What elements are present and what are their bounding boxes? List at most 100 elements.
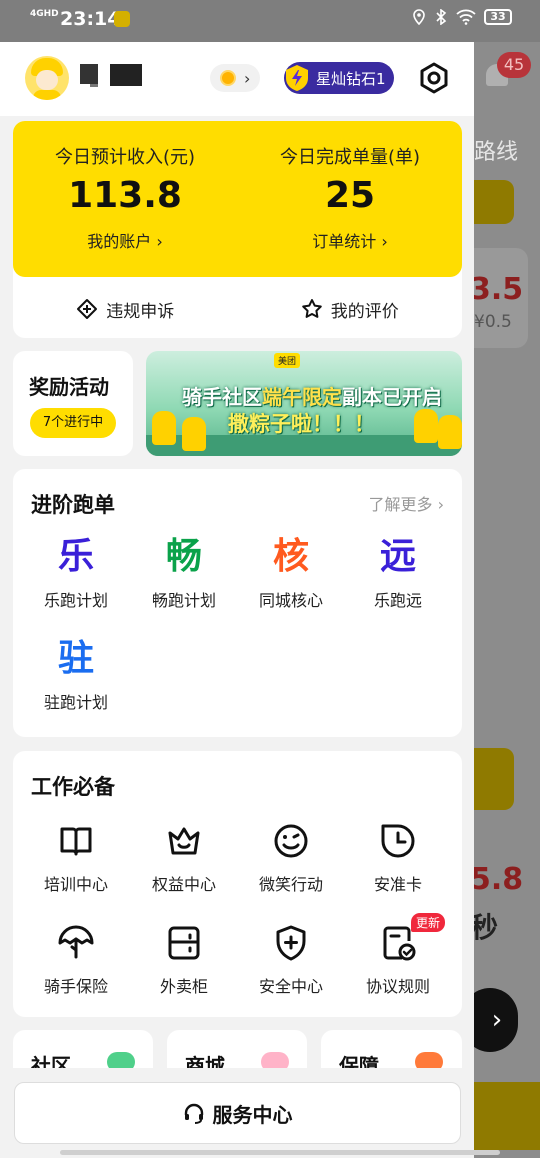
- coin-button[interactable]: ›: [210, 64, 260, 92]
- plan-le-far[interactable]: 远 乐跑远: [343, 533, 453, 611]
- promo-banner[interactable]: 美团 骑手社区端午限定副本已开启 撒粽子啦！！！: [146, 351, 462, 456]
- delivery-locker[interactable]: 外卖柜: [129, 919, 239, 997]
- appeal-label: 违规申诉: [106, 301, 175, 322]
- smile-action[interactable]: 微笑行动: [236, 817, 346, 895]
- plan-label: 乐跑计划: [43, 591, 108, 610]
- tool-label: 权益中心: [151, 875, 216, 894]
- security-center[interactable]: 安全中心: [236, 919, 346, 997]
- banner-line2: 撒粽子啦！！！: [228, 412, 375, 436]
- section-title: 进阶跑单: [31, 493, 115, 517]
- plan-label: 畅跑计划: [151, 591, 216, 610]
- banner-rider: [152, 411, 176, 445]
- battery-icon: 33: [484, 9, 512, 25]
- wifi-icon: [456, 9, 476, 25]
- plan-glyph: 核: [272, 536, 309, 577]
- order-stats-label: 订单统计: [312, 232, 377, 251]
- service-bar: 服务中心: [0, 1068, 474, 1158]
- home-indicator: [60, 1150, 500, 1155]
- tool-label: 安准卡: [373, 875, 422, 894]
- status-bar: 4GHD 23:14 33: [0, 0, 540, 42]
- plan-le-run[interactable]: 乐 乐跑计划: [21, 533, 131, 611]
- username-redacted: [110, 64, 142, 86]
- banner-line1-a: 骑手社区: [182, 385, 262, 409]
- my-account-link[interactable]: 我的账户 ›: [13, 228, 237, 252]
- background-yellow-button: [474, 180, 514, 224]
- tool-label: 外卖柜: [159, 977, 208, 996]
- location-icon: [413, 9, 425, 25]
- avatar-face: [36, 70, 58, 90]
- appeal-icon: [77, 299, 98, 319]
- tool-label: 微笑行动: [258, 875, 323, 894]
- safety-card[interactable]: 安准卡: [343, 817, 453, 895]
- background-route-label: 路线: [474, 140, 519, 165]
- rewards-card[interactable]: 奖励活动 7个进行中: [13, 351, 133, 456]
- coin-icon: [220, 70, 236, 86]
- service-center-button[interactable]: 服务中心: [14, 1082, 461, 1144]
- rewards-title: 奖励活动: [29, 375, 109, 399]
- work-essentials-section: 工作必备 培训中心 权益中心 微笑行动 安准卡 骑手保险 外卖柜 安全中心 更新…: [13, 751, 462, 1017]
- update-badge: 更新: [411, 913, 446, 932]
- income-label: 今日预计收入(元): [54, 147, 196, 168]
- username-redacted: [80, 64, 98, 84]
- bluetooth-icon: [436, 9, 447, 25]
- shield-plus-icon: [276, 925, 306, 961]
- banner-rider: [182, 417, 206, 451]
- network-indicator: 4GHD: [30, 9, 59, 19]
- plan-glyph: 远: [379, 536, 416, 577]
- background-text: 秒: [470, 911, 499, 944]
- username-redacted: [90, 84, 98, 87]
- plan-city-core[interactable]: 核 同城核心: [236, 533, 346, 611]
- stats-actions: 违规申诉 我的评价: [13, 281, 462, 337]
- app-notification-icon: [114, 11, 130, 27]
- star-icon: [301, 299, 322, 318]
- umbrella-icon: [58, 925, 94, 959]
- service-center-label: 服务中心: [212, 1102, 293, 1127]
- avatar-body: [33, 90, 61, 100]
- my-account-label: 我的账户: [87, 232, 152, 251]
- plan-label: 乐跑远: [373, 591, 422, 610]
- level-badge[interactable]: 星灿钻石1: [284, 62, 394, 94]
- benefits-center[interactable]: 权益中心: [129, 817, 239, 895]
- plan-chang-run[interactable]: 畅 畅跑计划: [129, 533, 239, 611]
- plan-glyph: 畅: [165, 536, 202, 577]
- background-amount: 5.8: [470, 862, 524, 897]
- level-label: 星灿钻石1: [316, 69, 386, 88]
- stats-summary: 今日预计收入(元) 113.8 我的账户 › 今日完成单量(单) 25 订单统计…: [13, 121, 462, 277]
- orders-stat: 今日完成单量(单) 25 订单统计 ›: [238, 143, 462, 252]
- tool-label: 培训中心: [43, 875, 108, 894]
- book-icon: [60, 827, 92, 856]
- income-stat: 今日预计收入(元) 113.8 我的账户 ›: [13, 143, 237, 252]
- lightning-shield-icon: [282, 63, 312, 93]
- plan-label: 同城核心: [258, 591, 323, 610]
- banner-line1-b: 端午限定: [262, 385, 342, 409]
- banner-line1-c: 副本已开启: [342, 385, 442, 409]
- training-center[interactable]: 培训中心: [21, 817, 131, 895]
- orders-label: 今日完成单量(单): [279, 147, 421, 168]
- settings-icon[interactable]: [418, 62, 450, 94]
- clock-card-icon: [381, 824, 415, 858]
- plan-glyph: 乐: [57, 536, 94, 577]
- smile-icon: [274, 824, 308, 858]
- banner-line1: 骑手社区端午限定副本已开启: [182, 381, 442, 410]
- learn-more-link[interactable]: 了解更多 ›: [369, 491, 445, 515]
- appeal-button[interactable]: 违规申诉: [13, 281, 238, 337]
- plan-station-run[interactable]: 驻 驻跑计划: [21, 635, 131, 713]
- tool-label: 安全中心: [258, 977, 323, 996]
- clock: 23:14: [60, 8, 121, 30]
- avatar[interactable]: [25, 56, 69, 100]
- drawer-header: › 星灿钻石1: [0, 42, 474, 116]
- background-amount: 3.5: [470, 272, 524, 307]
- order-stats-link[interactable]: 订单统计 ›: [238, 228, 462, 252]
- banner-rider: [438, 415, 462, 449]
- rider-insurance[interactable]: 骑手保险: [21, 919, 131, 997]
- side-drawer: › 星灿钻石1 今日预计收入(元) 113.8 我的账户 › 今日完成单量(单)…: [0, 42, 474, 1158]
- background-yellow-button: [474, 748, 514, 810]
- income-value: 113.8: [68, 175, 182, 216]
- stats-card: 今日预计收入(元) 113.8 我的账户 › 今日完成单量(单) 25 订单统计…: [13, 121, 462, 338]
- tool-label: 骑手保险: [43, 977, 108, 996]
- my-reviews-label: 我的评价: [330, 301, 399, 322]
- plan-label: 驻跑计划: [43, 693, 108, 712]
- section-title: 工作必备: [31, 775, 115, 799]
- my-reviews-button[interactable]: 我的评价: [238, 281, 463, 337]
- agreement-rules[interactable]: 更新 协议规则: [343, 913, 453, 997]
